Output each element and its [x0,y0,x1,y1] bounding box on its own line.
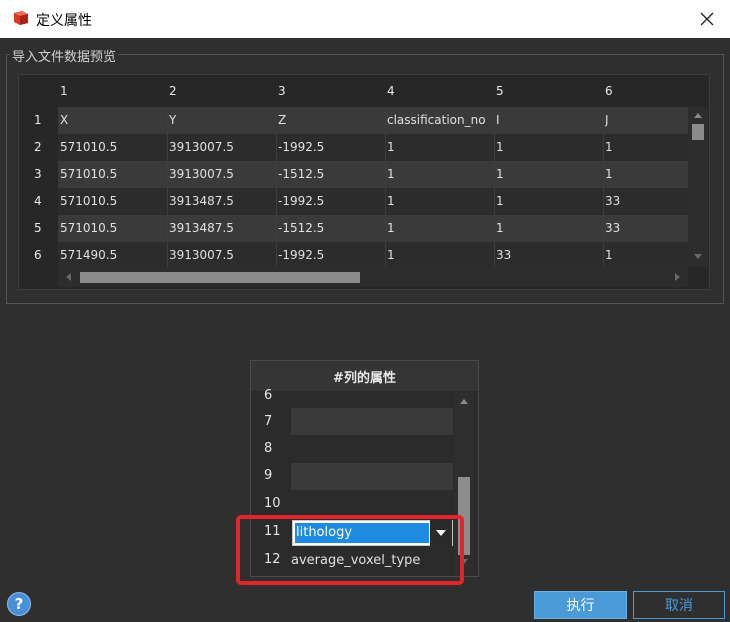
table-cell[interactable]: 33 [496,248,601,264]
app-icon [14,11,28,25]
scroll-left-icon[interactable] [64,272,72,282]
column-divider [276,107,277,267]
table-cell[interactable]: -1992.5 [278,140,383,156]
table-cell[interactable]: Z [278,113,383,129]
help-button[interactable]: ? [7,592,31,616]
table-cell[interactable]: 1 [387,221,492,237]
column-header-2[interactable]: 2 [169,84,177,100]
table-cell[interactable]: 33 [605,221,685,237]
row-header-2[interactable]: 2 [34,140,52,154]
table-cell[interactable]: 3913007.5 [169,167,274,183]
table-cell[interactable]: 1 [605,167,685,183]
table-cell[interactable]: 571490.5 [60,248,165,264]
table-cell[interactable]: 571010.5 [60,167,165,183]
table-cell[interactable]: 1 [496,221,601,237]
cancel-button[interactable]: 取消 [633,591,725,619]
scroll-up-icon[interactable] [693,111,703,119]
column-divider [494,107,495,267]
table-cell[interactable]: 1 [387,194,492,210]
table-cell[interactable]: 571010.5 [60,221,165,237]
table-cell[interactable]: 3913487.5 [169,194,274,210]
table-cell[interactable]: 1 [605,140,685,156]
attribute-row-number: 6 [264,388,273,400]
attribute-row-number: 7 [264,414,273,429]
table-cell[interactable]: Y [169,113,274,129]
highlight-box [236,515,464,585]
attribute-row-number: 8 [264,441,273,456]
table-cell[interactable]: -1512.5 [278,167,383,183]
table-horizontal-scrollbar[interactable] [58,267,688,287]
table-cell[interactable]: 33 [605,194,685,210]
table-cell[interactable]: 1 [387,167,492,183]
column-divider [385,107,386,267]
table-cell[interactable]: 3913487.5 [169,221,274,237]
table-cell[interactable]: 571010.5 [60,194,165,210]
row-header-4[interactable]: 4 [34,194,52,208]
column-divider [167,107,168,267]
attribute-row-9-cell[interactable] [291,463,453,490]
table-cell[interactable]: 1 [387,140,492,156]
column-divider [603,107,604,267]
row-header-1[interactable]: 1 [34,113,52,127]
close-button[interactable] [690,4,724,34]
preview-group-title: 导入文件数据预览 [10,46,119,65]
scroll-thumb[interactable] [80,272,360,283]
scroll-right-icon[interactable] [674,272,682,282]
column-header-1[interactable]: 1 [60,84,68,100]
window-title: 定义属性 [36,13,92,29]
table-cell[interactable]: I [496,113,601,129]
column-header-6[interactable]: 6 [605,84,613,100]
row-header-6[interactable]: 6 [34,248,52,262]
table-cell[interactable]: -1992.5 [278,194,383,210]
table-cell[interactable]: X [60,113,165,129]
attribute-list-header: #列的属性 [251,361,478,391]
table-cell[interactable]: 571010.5 [60,140,165,156]
close-icon [700,12,714,26]
row-header-3[interactable]: 3 [34,167,52,181]
table-cell[interactable]: 1 [496,167,601,183]
column-header-4[interactable]: 4 [387,84,395,100]
table-cell[interactable]: classification_no [387,113,492,129]
table-cell[interactable]: 1 [496,194,601,210]
attribute-row-7-cell[interactable] [291,408,453,435]
define-attributes-dialog: 定义属性 导入文件数据预览 1 2 3 4 5 6 1 2 3 4 5 6 X … [0,0,730,622]
column-header-3[interactable]: 3 [278,84,286,100]
table-vertical-scrollbar[interactable] [688,107,708,267]
title-bar: 定义属性 [0,0,730,38]
column-header-5[interactable]: 5 [496,84,504,100]
table-cell[interactable]: 1 [387,248,492,264]
table-cell[interactable]: 1 [496,140,601,156]
attribute-row-number: 9 [264,468,273,483]
scroll-thumb[interactable] [692,124,704,140]
table-cell[interactable]: J [605,113,685,129]
table-cell[interactable]: -1992.5 [278,248,383,264]
table-cell[interactable]: 1 [605,248,685,264]
execute-button[interactable]: 执行 [534,591,627,619]
table-cell[interactable]: 3913007.5 [169,140,274,156]
scroll-down-icon[interactable] [693,253,703,261]
table-cell[interactable]: -1512.5 [278,221,383,237]
scroll-up-icon[interactable] [459,397,469,405]
row-header-5[interactable]: 5 [34,221,52,235]
table-cell[interactable]: 3913007.5 [169,248,274,264]
attribute-row-number: 10 [264,496,281,511]
